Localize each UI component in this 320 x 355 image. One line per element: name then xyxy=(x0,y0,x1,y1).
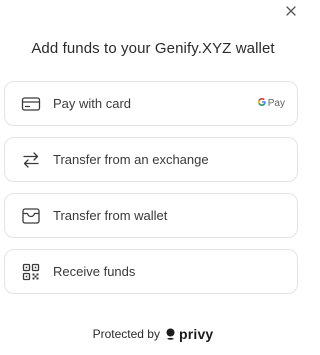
privy-brand[interactable]: privy xyxy=(166,326,213,342)
privy-brand-name: privy xyxy=(178,326,214,342)
qr-code-icon xyxy=(21,262,41,282)
transfer-from-wallet-option[interactable]: Transfer from wallet xyxy=(4,193,298,238)
close-icon xyxy=(286,3,296,21)
option-label: Pay with card xyxy=(53,96,132,111)
funding-options: Pay with card Pay Transfer from an excha… xyxy=(4,81,298,305)
wallet-icon xyxy=(21,206,41,226)
google-pay-badge: Pay xyxy=(257,97,285,110)
google-pay-label: Pay xyxy=(267,98,285,109)
receive-funds-option[interactable]: Receive funds xyxy=(4,249,298,294)
google-g-icon xyxy=(257,97,267,110)
close-button[interactable] xyxy=(282,3,300,21)
credit-card-icon xyxy=(21,94,41,114)
privy-logo-icon xyxy=(166,328,175,340)
option-label: Transfer from wallet xyxy=(53,208,168,223)
transfer-arrows-icon xyxy=(21,150,41,170)
option-label: Transfer from an exchange xyxy=(53,152,209,167)
protected-by-text: Protected by xyxy=(92,327,160,341)
transfer-from-exchange-option[interactable]: Transfer from an exchange xyxy=(4,137,298,182)
protected-by-footer: Protected by privy xyxy=(0,326,306,342)
option-label: Receive funds xyxy=(53,264,136,279)
pay-with-card-option[interactable]: Pay with card Pay xyxy=(4,81,298,126)
modal-title: Add funds to your Genify.XYZ wallet xyxy=(31,40,275,57)
